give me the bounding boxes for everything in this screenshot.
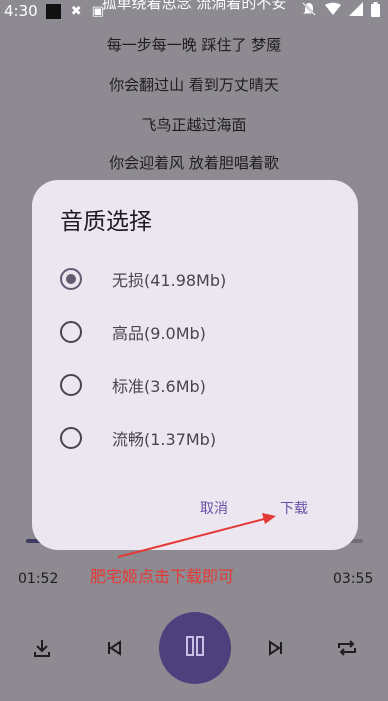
option-label: 标准(3.6Mb) (112, 377, 206, 396)
annotation-text: 肥宅姬点击下载即可 (90, 567, 235, 586)
radio-selected-dot (66, 274, 76, 284)
lyric-line: 你会翻过山 看到万丈晴天 (109, 76, 279, 94)
total-duration: 03:55 (333, 571, 374, 587)
quality-option-standard[interactable]: 标准(3.6Mb) (32, 359, 358, 411)
download-icon[interactable] (26, 632, 58, 664)
quality-dialog: 音质选择 无损(41.98Mb) 高品(9.0Mb) 标准(3.6Mb) 流畅(… (32, 180, 358, 550)
radio-button[interactable] (60, 427, 82, 449)
lyric-line: 每一步每一晚 踩住了 梦魇 (106, 36, 282, 54)
dialog-title: 音质选择 (60, 209, 152, 235)
radio-button[interactable] (60, 321, 82, 343)
repeat-icon[interactable] (331, 632, 363, 664)
playback-controls (0, 612, 388, 684)
option-label: 高品(9.0Mb) (112, 324, 206, 343)
lyric-line: 你会迎着风 放着胆唱着歌 (109, 154, 279, 172)
option-label: 流畅(1.37Mb) (112, 430, 217, 449)
skip-next-icon[interactable] (260, 632, 292, 664)
download-button[interactable]: 下载 (280, 498, 308, 518)
quality-option-lossless[interactable]: 无损(41.98Mb) (32, 253, 358, 305)
lyric-line: 飞鸟正越过海面 (141, 116, 247, 134)
elapsed-time: 01:52 (18, 571, 59, 587)
cancel-button[interactable]: 取消 (200, 498, 228, 518)
radio-button[interactable] (60, 268, 82, 290)
pause-button[interactable] (159, 612, 231, 684)
lyric-line-partial: 孤单绕着思念 流淌着的不安 (101, 0, 287, 12)
pause-icon (184, 635, 206, 661)
radio-button[interactable] (60, 374, 82, 396)
quality-option-high[interactable]: 高品(9.0Mb) (32, 306, 358, 358)
skip-previous-icon[interactable] (98, 632, 130, 664)
quality-option-smooth[interactable]: 流畅(1.37Mb) (32, 412, 358, 464)
option-label: 无损(41.98Mb) (112, 271, 227, 290)
